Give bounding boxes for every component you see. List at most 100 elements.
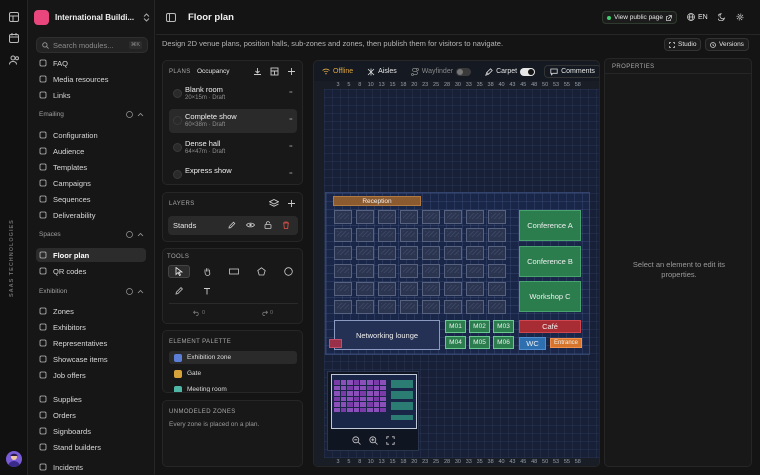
stand-booth[interactable]	[466, 210, 484, 224]
stand-booth[interactable]	[400, 264, 418, 278]
stand-booth[interactable]	[378, 300, 396, 314]
stand-booth[interactable]	[378, 210, 396, 224]
stand-booth[interactable]	[422, 282, 440, 296]
conference-a-zone[interactable]: Conference A	[519, 210, 581, 241]
eye-icon[interactable]	[246, 221, 255, 229]
lock-icon[interactable]	[264, 221, 272, 229]
entrance-zone[interactable]: Entrance	[550, 338, 582, 348]
stand-booth[interactable]	[356, 300, 374, 314]
stand-booth[interactable]	[334, 210, 352, 224]
carpet-switch[interactable]	[520, 67, 536, 76]
stand-booth[interactable]	[334, 300, 352, 314]
meeting-room-zone[interactable]: M03	[493, 320, 514, 333]
palette-item[interactable]: Exhibition zone	[169, 351, 297, 364]
plan-item[interactable]: Dense hall 64×47m · Draft •••	[169, 136, 297, 160]
floor-plan-canvas[interactable]: Offline Aisles Wayfinder Carpet Comments…	[313, 60, 600, 467]
hand-tool-icon[interactable]	[196, 265, 218, 278]
meeting-room-zone[interactable]: M04	[445, 336, 466, 349]
help-icon[interactable]	[126, 288, 133, 295]
stand-booth[interactable]	[444, 210, 462, 224]
polygon-tool-icon[interactable]	[250, 265, 272, 278]
stand-booth[interactable]	[356, 210, 374, 224]
stand-booth[interactable]	[466, 264, 484, 278]
table-icon[interactable]	[270, 67, 279, 76]
settings-icon[interactable]	[736, 13, 744, 21]
stand-booth[interactable]	[488, 300, 506, 314]
sidebar-item-zones[interactable]: Zones	[36, 304, 146, 318]
users-icon[interactable]	[7, 53, 21, 67]
stand-booth[interactable]	[488, 264, 506, 278]
stand-booth[interactable]	[334, 264, 352, 278]
stand-booth[interactable]	[334, 282, 352, 296]
trash-icon[interactable]	[282, 221, 290, 229]
language-switcher[interactable]: EN	[687, 13, 708, 21]
select-tool-icon[interactable]	[168, 265, 190, 278]
moon-icon[interactable]	[718, 13, 726, 21]
stand-booth[interactable]	[422, 300, 440, 314]
redo-button[interactable]: 0	[261, 310, 273, 316]
comments-button[interactable]: Comments	[544, 65, 599, 78]
stand-booth[interactable]	[488, 210, 506, 224]
text-tool-icon[interactable]	[196, 284, 218, 297]
meeting-room-zone[interactable]: M05	[469, 336, 490, 349]
aisles-toggle[interactable]: Aisles	[362, 65, 402, 78]
plan-item[interactable]: Express show •••	[169, 163, 297, 184]
sidebar-item-signboards[interactable]: Signboards	[36, 424, 146, 438]
more-icon[interactable]: •••	[289, 89, 292, 94]
wc-zone[interactable]: WC	[519, 337, 546, 350]
sidebar-item-campaigns[interactable]: Campaigns	[36, 176, 146, 190]
undo-button[interactable]: 0	[193, 310, 205, 316]
stand-booth[interactable]	[444, 246, 462, 260]
chevron-up-icon[interactable]	[137, 289, 144, 294]
more-icon[interactable]: •••	[289, 170, 292, 175]
plan-item[interactable]: Complete show 60×38m · Draft •••	[169, 109, 297, 133]
versions-button[interactable]: Versions	[705, 38, 749, 51]
calendar-icon[interactable]	[7, 31, 21, 45]
meeting-room-zone[interactable]: M02	[469, 320, 490, 333]
conference-b-zone[interactable]: Conference B	[519, 246, 581, 277]
add-layer-icon[interactable]	[287, 199, 296, 208]
sidebar-item-orders[interactable]: Orders	[36, 408, 146, 422]
chevron-up-icon[interactable]	[137, 112, 144, 117]
stand-booth[interactable]	[378, 264, 396, 278]
view-public-page-button[interactable]: View public page	[602, 11, 678, 24]
minimap[interactable]	[327, 371, 419, 451]
flag-marker[interactable]	[329, 339, 342, 348]
sidebar-item-stand-builders[interactable]: Stand builders	[36, 440, 146, 454]
org-switcher[interactable]: International Buildi...	[34, 7, 150, 27]
stand-booth[interactable]	[466, 282, 484, 296]
stand-booth[interactable]	[466, 228, 484, 242]
stand-booth[interactable]	[422, 228, 440, 242]
workshop-c-zone[interactable]: Workshop C	[519, 281, 581, 312]
minimap-viewport[interactable]	[331, 374, 417, 429]
stand-booth[interactable]	[378, 246, 396, 260]
reception-zone[interactable]: Reception	[333, 196, 421, 206]
stand-booth[interactable]	[400, 228, 418, 242]
stand-booth[interactable]	[466, 300, 484, 314]
sidebar-item-sequences[interactable]: Sequences	[36, 192, 146, 206]
sidebar-item-floor-plan[interactable]: Floor plan	[36, 248, 146, 262]
download-icon[interactable]	[253, 67, 262, 76]
edit-icon[interactable]	[228, 221, 236, 229]
sidebar-item-incidents[interactable]: Incidents	[36, 460, 146, 474]
stand-booth[interactable]	[400, 282, 418, 296]
stand-booth[interactable]	[488, 282, 506, 296]
stand-booth[interactable]	[334, 246, 352, 260]
zoom-in-icon[interactable]	[369, 436, 378, 445]
avatar[interactable]	[6, 451, 22, 467]
sidebar-item-audience[interactable]: Audience	[36, 144, 146, 158]
occupancy-toggle[interactable]: Occupancy	[197, 68, 230, 75]
stand-booth[interactable]	[378, 282, 396, 296]
help-icon[interactable]	[126, 111, 133, 118]
stand-booth[interactable]	[356, 264, 374, 278]
zoom-out-icon[interactable]	[352, 436, 361, 445]
help-icon[interactable]	[126, 231, 133, 238]
stand-booth[interactable]	[356, 246, 374, 260]
stand-booth[interactable]	[488, 246, 506, 260]
sidebar-item-templates[interactable]: Templates	[36, 160, 146, 174]
stand-booth[interactable]	[444, 300, 462, 314]
sidebar-item-media-resources[interactable]: Media resources	[36, 72, 146, 86]
stand-booth[interactable]	[356, 228, 374, 242]
plan-item[interactable]: Blank room 20×15m · Draft •••	[169, 82, 297, 106]
stand-booth[interactable]	[444, 282, 462, 296]
